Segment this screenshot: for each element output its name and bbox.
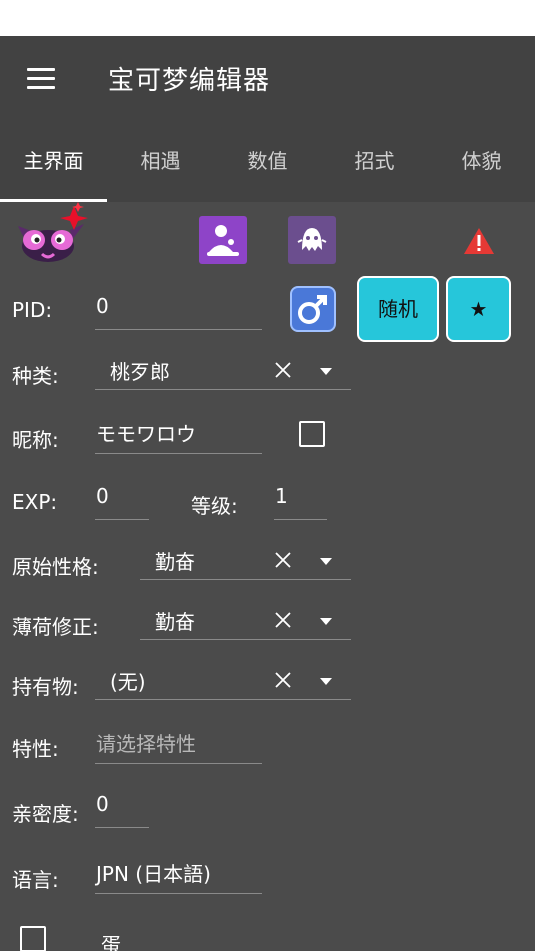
exp-field[interactable]: 0 xyxy=(95,484,149,520)
app-title: 宝可梦编辑器 xyxy=(108,66,271,96)
nickname-field[interactable]: モモワロウ xyxy=(95,418,262,454)
held-item-value: (无) xyxy=(110,670,146,694)
held-item-clear-icon[interactable] xyxy=(273,670,293,690)
ability-label: 特性: xyxy=(12,737,59,761)
mint-nature-label: 薄荷修正: xyxy=(12,615,99,639)
friendship-label: 亲密度: xyxy=(12,802,79,826)
exp-value: 0 xyxy=(96,484,109,508)
tab-moves[interactable]: 招式 xyxy=(321,120,428,202)
language-field[interactable]: JPN (日本語) xyxy=(95,858,262,894)
warning-icon[interactable] xyxy=(462,226,496,256)
nature-chevron-down-icon[interactable] xyxy=(320,558,332,565)
ability-field[interactable]: 请选择特性 xyxy=(95,728,262,764)
species-value: 桃歹郎 xyxy=(110,360,170,384)
random-button[interactable]: 随机 xyxy=(357,276,439,342)
species-dropdown[interactable]: 桃歹郎 xyxy=(95,354,351,390)
mint-nature-chevron-down-icon[interactable] xyxy=(320,618,332,625)
level-field[interactable]: 1 xyxy=(274,484,327,520)
friendship-value: 0 xyxy=(96,792,109,816)
main-content: PID: 0 随机 ★ 种类: 桃歹郎 昵称: モモワロウ EXP: 0 等级:… xyxy=(0,202,535,951)
held-item-dropdown[interactable]: (无) xyxy=(95,664,351,700)
held-item-label: 持有物: xyxy=(12,675,79,699)
tab-bar: 主界面 相遇 数值 招式 体貌 xyxy=(0,120,535,202)
language-label: 语言: xyxy=(12,868,59,892)
mint-nature-value: 勤奋 xyxy=(155,610,195,634)
mint-nature-dropdown[interactable]: 勤奋 xyxy=(140,604,351,640)
tab-appearance[interactable]: 体貌 xyxy=(428,120,535,202)
nature-label: 原始性格: xyxy=(12,555,99,579)
exp-label: EXP: xyxy=(12,490,58,514)
species-clear-icon[interactable] xyxy=(273,360,293,380)
nickname-checkbox[interactable] xyxy=(299,421,325,447)
type-psychic-icon xyxy=(199,216,247,264)
friendship-field[interactable]: 0 xyxy=(95,792,149,828)
pid-field[interactable]: 0 xyxy=(95,294,262,330)
ability-placeholder: 请选择特性 xyxy=(96,732,196,756)
level-label: 等级: xyxy=(191,494,238,518)
pid-value: 0 xyxy=(96,294,109,318)
level-value: 1 xyxy=(275,484,288,508)
app-bar: 宝可梦编辑器 xyxy=(0,36,535,120)
nickname-value: モモワロウ xyxy=(96,422,196,446)
status-bar xyxy=(0,0,535,36)
held-item-chevron-down-icon[interactable] xyxy=(320,678,332,685)
nature-value: 勤奋 xyxy=(155,550,195,574)
type-ghost-icon xyxy=(288,216,336,264)
tab-encounter[interactable]: 相遇 xyxy=(107,120,214,202)
species-chevron-down-icon[interactable] xyxy=(320,368,332,375)
nature-clear-icon[interactable] xyxy=(273,550,293,570)
egg-label: 蛋 xyxy=(101,933,121,951)
language-value: JPN (日本語) xyxy=(96,862,211,886)
hamburger-menu-icon[interactable] xyxy=(27,68,55,90)
pid-label: PID: xyxy=(12,298,53,322)
male-symbol-icon xyxy=(298,295,327,324)
gender-male-button[interactable] xyxy=(290,286,336,332)
nature-dropdown[interactable]: 勤奋 xyxy=(140,544,351,580)
nickname-label: 昵称: xyxy=(12,428,59,452)
pokemon-sprite[interactable] xyxy=(12,202,92,270)
tab-stats[interactable]: 数值 xyxy=(214,120,321,202)
shiny-star-button[interactable]: ★ xyxy=(446,276,511,342)
mint-nature-clear-icon[interactable] xyxy=(273,610,293,630)
species-label: 种类: xyxy=(12,364,59,388)
tab-main[interactable]: 主界面 xyxy=(0,120,107,202)
egg-checkbox[interactable] xyxy=(20,926,46,951)
